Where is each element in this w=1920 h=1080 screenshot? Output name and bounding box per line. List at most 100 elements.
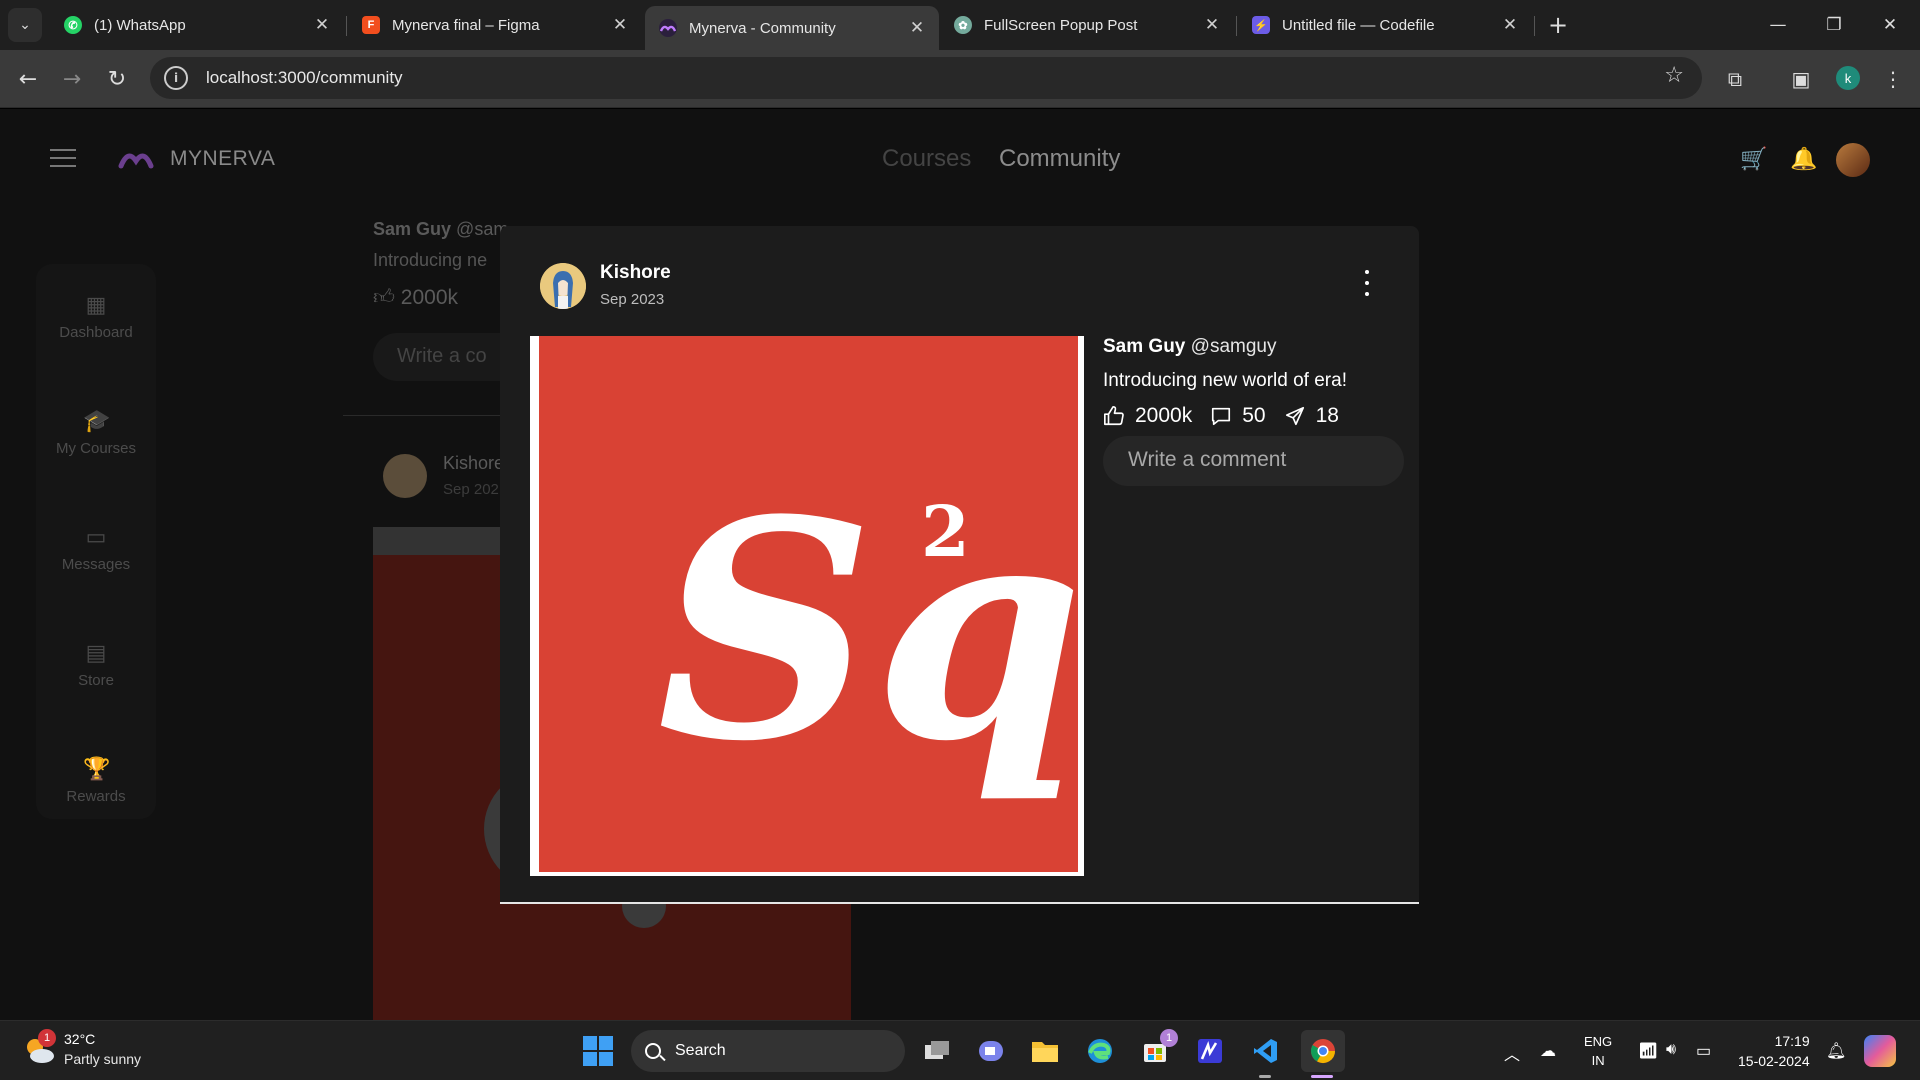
wifi-icon[interactable]: 📶︎ (1638, 1041, 1658, 1061)
close-icon[interactable]: ✕ (907, 18, 927, 38)
post-author-handle: @samguy (1190, 336, 1277, 357)
close-icon[interactable]: ✕ (1202, 15, 1222, 35)
restore-button[interactable]: ❐ (1806, 8, 1862, 42)
task-view-icon[interactable] (919, 1033, 955, 1069)
tab-mynerva-community[interactable]: Mynerva - Community ✕ (645, 6, 939, 50)
volume-icon[interactable]: 🔊︎ (1666, 1041, 1676, 1059)
url-text[interactable]: localhost:3000/community (206, 68, 403, 88)
tab-fullscreen-popup[interactable]: ✿ FullScreen Popup Post ✕ (940, 6, 1234, 44)
copilot-icon[interactable] (1864, 1035, 1896, 1067)
edge-browser-icon[interactable] (1082, 1033, 1118, 1069)
weather-temperature[interactable]: 32°C (64, 1031, 95, 1047)
clock[interactable]: 17:19 15-02-2024 (1738, 1031, 1810, 1071)
bell-icon[interactable]: 🔔 (1790, 147, 1817, 172)
mathpix-icon[interactable] (1192, 1033, 1228, 1069)
comment-input[interactable]: Write a comment (1103, 436, 1404, 486)
poster-avatar (540, 263, 586, 309)
search-icon (645, 1043, 661, 1059)
codefile-icon: ⚡ (1252, 16, 1270, 34)
mynerva-logo-icon (118, 153, 154, 169)
bookmark-star-icon[interactable]: ☆ (1664, 63, 1684, 88)
send-icon (1285, 406, 1304, 426)
battery-icon[interactable]: ▭ (1696, 1041, 1711, 1061)
post-caption: Introducing new world of era! (1103, 370, 1347, 391)
post-author-name[interactable]: Sam Guy (1103, 336, 1185, 357)
chrome-active-indicator (1311, 1075, 1333, 1078)
address-bar[interactable]: i localhost:3000/community ☆ (150, 57, 1702, 99)
browser-toolbar: ← → ↻ i localhost:3000/community ☆ ⧉ ▣ ⋮ (0, 50, 1920, 108)
site-info-icon[interactable]: i (164, 66, 188, 90)
share-count: 18 (1315, 404, 1339, 427)
teams-chat-icon[interactable] (973, 1033, 1009, 1069)
tab-title: Mynerva - Community (689, 19, 836, 37)
sidebar-item-my-courses[interactable]: 🎓 My Courses (36, 408, 156, 457)
onedrive-icon[interactable]: ☁ (1540, 1041, 1556, 1061)
comment-button[interactable]: 50 (1210, 404, 1266, 428)
sidebar-item-label: My Courses (55, 440, 137, 457)
graduation-cap-icon: 🎓 (83, 408, 111, 433)
sidebar-item-dashboard[interactable]: ▦ Dashboard (36, 292, 156, 341)
sidebar-item-store[interactable]: ▤ Store (36, 640, 156, 689)
side-panel-icon[interactable]: ▣ (1786, 64, 1816, 94)
feed-post-date: Sep 202 (443, 481, 499, 498)
browser-menu-icon[interactable]: ⋮ (1878, 64, 1908, 94)
vscode-icon[interactable] (1247, 1033, 1283, 1069)
tab-divider (1534, 16, 1535, 36)
clock-date: 15-02-2024 (1738, 1053, 1810, 1069)
sidebar-item-messages[interactable]: ▭ Messages (36, 524, 156, 573)
tab-whatsapp[interactable]: ✆ (1) WhatsApp ✕ (50, 6, 344, 44)
hamburger-menu-icon[interactable] (50, 149, 76, 173)
like-button[interactable]: 2000k (1103, 404, 1192, 428)
weather-badge: 1 (38, 1029, 56, 1047)
close-icon[interactable]: ✕ (312, 15, 332, 35)
sidebar-item-label: Dashboard (59, 324, 133, 341)
tab-divider (1236, 16, 1237, 36)
feed-post-avatar (383, 454, 427, 498)
nav-courses[interactable]: Courses (882, 145, 971, 173)
mynerva-icon (659, 19, 677, 37)
tab-title: FullScreen Popup Post (984, 16, 1138, 34)
reload-button[interactable]: ↻ (100, 62, 134, 96)
post-image[interactable]: Sq 2 (539, 336, 1078, 872)
chrome-icon[interactable] (1301, 1030, 1345, 1072)
chat-bubble-icon: ▭ (85, 524, 107, 549)
store-badge: 1 (1160, 1029, 1178, 1047)
nav-community[interactable]: Community (999, 145, 1120, 173)
user-avatar[interactable] (1836, 143, 1870, 177)
extensions-icon[interactable]: ⧉ (1720, 64, 1750, 94)
tab-codefile[interactable]: ⚡ Untitled file — Codefile ✕ (1238, 6, 1532, 44)
cart-icon[interactable]: 🛒 (1740, 147, 1767, 172)
new-tab-button[interactable]: + (1544, 11, 1572, 39)
taskbar: 1 32°C Partly sunny Search 1 ︿ ☁ ENG IN … (0, 1020, 1920, 1080)
more-options-icon[interactable] (1362, 270, 1372, 296)
search-label: Search (675, 1042, 726, 1059)
close-window-button[interactable]: ✕ (1862, 8, 1918, 42)
sidebar-item-label: Store (78, 672, 114, 689)
feed-post-author: Kishore (443, 453, 505, 473)
input-language[interactable]: ENG IN (1584, 1032, 1612, 1070)
show-hidden-icons-chevron-icon[interactable]: ︿ (1504, 1041, 1520, 1065)
sidebar-item-rewards[interactable]: 🏆 Rewards (36, 756, 156, 805)
windows-start-icon[interactable] (583, 1036, 613, 1066)
tab-title: Untitled file — Codefile (1282, 16, 1435, 34)
post-details: Sam Guy @samguy Introducing new world of… (1103, 336, 1404, 486)
figma-icon: F (362, 16, 380, 34)
back-button[interactable]: ← (11, 62, 45, 96)
whatsapp-icon: ✆ (64, 16, 82, 34)
taskbar-search[interactable]: Search (631, 1030, 905, 1072)
close-icon[interactable]: ✕ (610, 15, 630, 35)
thumbs-up-icon[interactable]: 👍︎ (373, 286, 395, 309)
tab-search-button[interactable]: ⌄ (8, 8, 42, 42)
notifications-bell-icon[interactable]: 🔔︎ (1826, 1041, 1846, 1061)
forward-button[interactable]: → (55, 62, 89, 96)
profile-avatar[interactable]: k (1836, 66, 1860, 90)
file-explorer-icon[interactable] (1027, 1033, 1063, 1069)
minimize-button[interactable]: — (1750, 8, 1806, 42)
share-button[interactable]: 18 (1284, 404, 1339, 428)
close-icon[interactable]: ✕ (1500, 15, 1520, 35)
post-author: Sam Guy @samguy (1103, 336, 1403, 358)
poster-date: Sep 2023 (600, 291, 665, 308)
poster-name[interactable]: Kishore (600, 262, 671, 284)
tab-figma[interactable]: F Mynerva final – Figma ✕ (348, 6, 642, 44)
weather-condition[interactable]: Partly sunny (64, 1051, 141, 1067)
